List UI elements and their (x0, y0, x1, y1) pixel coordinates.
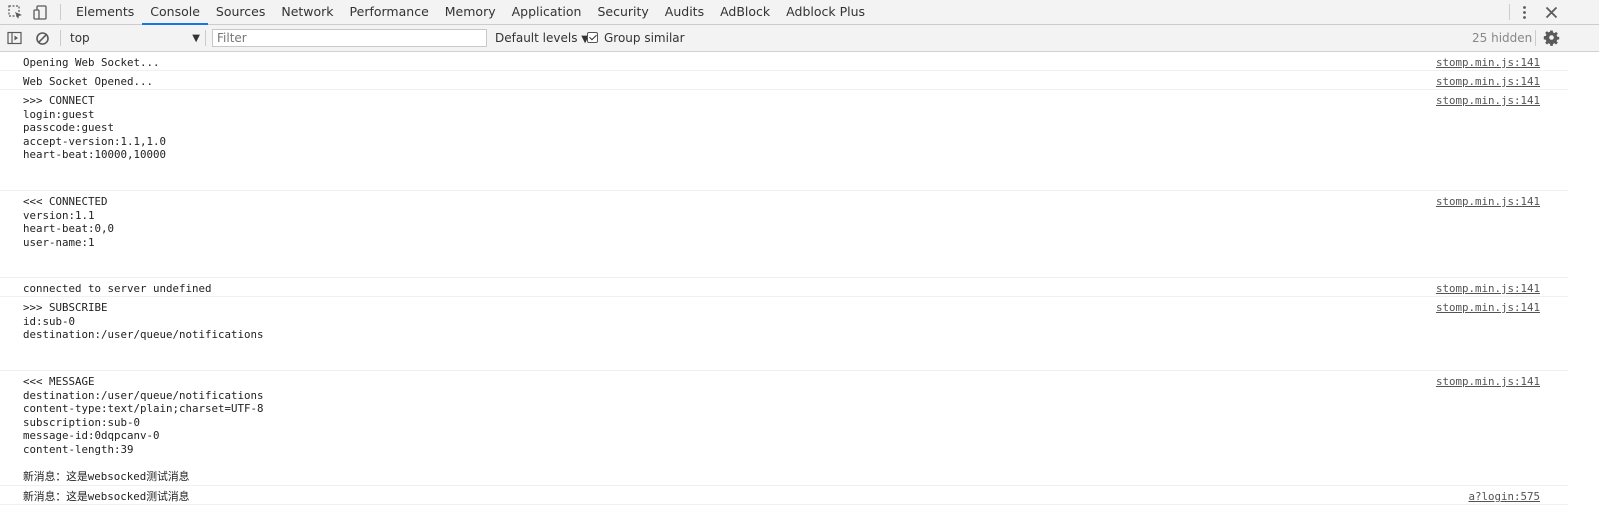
sidebar-toggle-icon[interactable] (6, 30, 23, 47)
filter-input[interactable] (212, 29, 487, 47)
kebab-menu-icon[interactable] (1516, 4, 1533, 21)
console-message: connected to server undefined stomp.min.… (0, 278, 1568, 297)
tab-audits[interactable]: Audits (657, 0, 712, 25)
message-text: Opening Web Socket... (23, 56, 160, 69)
message-text: >>> SUBSCRIBE id:sub-0 destination:/user… (23, 301, 264, 342)
message-source-link[interactable]: stomp.min.js:141 (1436, 375, 1540, 389)
toolbar-divider (1535, 30, 1536, 46)
tab-sources[interactable]: Sources (208, 0, 273, 25)
message-source-link[interactable]: stomp.min.js:141 (1436, 301, 1540, 315)
tab-security[interactable]: Security (589, 0, 656, 25)
message-text: Web Socket Opened... (23, 75, 154, 88)
console-message: Opening Web Socket... stomp.min.js:141 (0, 52, 1568, 71)
message-source-link[interactable]: stomp.min.js:141 (1436, 56, 1540, 70)
console-messages: Opening Web Socket... stomp.min.js:141 W… (0, 52, 1568, 519)
message-source-link[interactable]: stomp.min.js:141 (1436, 94, 1540, 108)
tab-adblock-plus[interactable]: Adblock Plus (778, 0, 873, 25)
console-message: 新消息：这是websocked测试消息 a?login:575 (0, 486, 1568, 505)
log-levels-label: Default levels (495, 31, 578, 45)
clear-console-icon[interactable] (34, 30, 51, 47)
hidden-messages-count: 25 hidden (1472, 31, 1533, 45)
context-selector[interactable]: top ▼ (70, 30, 202, 47)
settings-gear-icon[interactable] (1543, 29, 1560, 46)
group-similar-label: Group similar (604, 31, 685, 45)
devtools-tab-bar: Elements Console Sources Network Perform… (0, 0, 1599, 25)
tab-elements[interactable]: Elements (68, 0, 142, 25)
close-icon[interactable] (1543, 4, 1560, 21)
console-toolbar: top ▼ Default levels ▼ Group similar 25 … (0, 25, 1599, 52)
group-similar-checkbox[interactable] (587, 32, 598, 43)
toolbar-divider (205, 30, 206, 46)
message-text: 新消息：这是websocked测试消息 (23, 490, 190, 503)
inspect-element-icon[interactable] (7, 4, 24, 21)
dropdown-arrow-icon: ▼ (192, 33, 200, 44)
tab-application[interactable]: Application (504, 0, 590, 25)
toolbar-divider (60, 4, 61, 20)
tab-performance[interactable]: Performance (342, 0, 437, 25)
tab-memory[interactable]: Memory (437, 0, 504, 25)
message-text: connected to server undefined (23, 282, 212, 295)
console-message: <<< MESSAGE destination:/user/queue/noti… (0, 371, 1568, 486)
toolbar-divider (60, 30, 61, 46)
message-source-link[interactable]: stomp.min.js:141 (1436, 282, 1540, 296)
toolbar-divider (1509, 4, 1510, 20)
message-text: <<< MESSAGE destination:/user/queue/noti… (23, 375, 264, 484)
console-message: >>> SUBSCRIBE id:sub-0 destination:/user… (0, 297, 1568, 371)
message-source-link[interactable]: a?login:575 (1468, 490, 1540, 504)
device-toolbar-icon[interactable] (32, 4, 49, 21)
console-message: <<< CONNECTED version:1.1 heart-beat:0,0… (0, 191, 1568, 278)
message-source-link[interactable]: stomp.min.js:141 (1436, 75, 1540, 89)
tab-network[interactable]: Network (273, 0, 341, 25)
console-message: >>> CONNECT login:guest passcode:guest a… (0, 90, 1568, 191)
tab-adblock[interactable]: AdBlock (712, 0, 778, 25)
panel-tabs: Elements Console Sources Network Perform… (68, 0, 873, 25)
message-text: >>> CONNECT login:guest passcode:guest a… (23, 94, 167, 162)
context-value: top (70, 31, 90, 45)
console-message: Web Socket Opened... stomp.min.js:141 (0, 71, 1568, 90)
tab-console[interactable]: Console (142, 0, 208, 25)
message-text: <<< CONNECTED version:1.1 heart-beat:0,0… (23, 195, 115, 249)
console-scrollbar[interactable] (1568, 52, 1599, 519)
log-levels-dropdown[interactable]: Default levels ▼ (495, 31, 589, 45)
message-source-link[interactable]: stomp.min.js:141 (1436, 195, 1540, 209)
